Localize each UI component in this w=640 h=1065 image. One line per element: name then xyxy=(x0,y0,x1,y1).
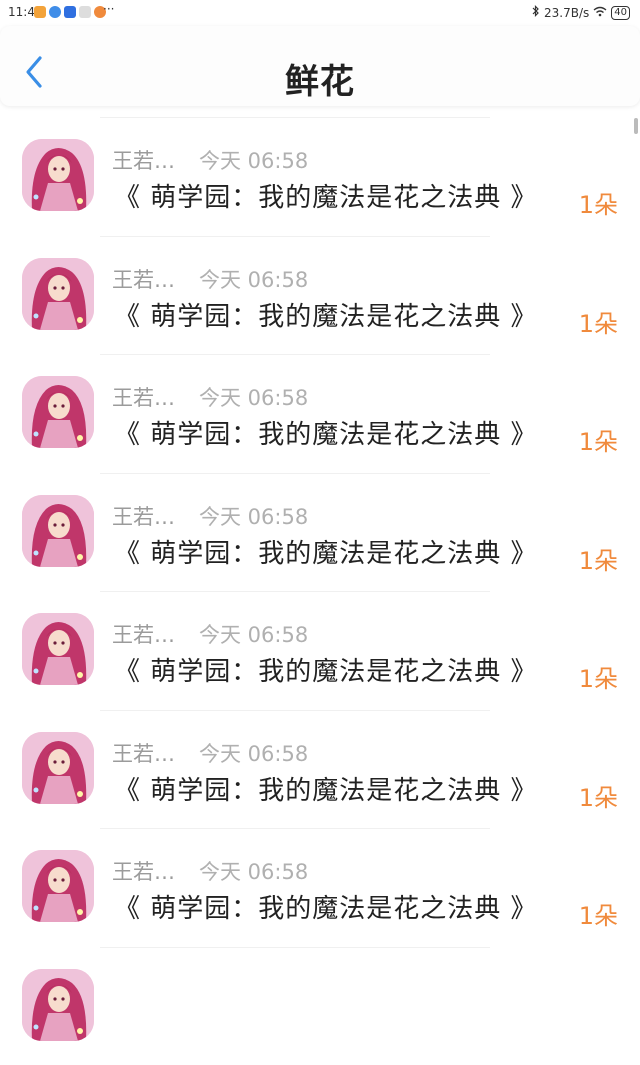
battery-indicator: 40 xyxy=(611,6,630,20)
gift-title: 《 萌学园：我的魔法是花之法典 》 xyxy=(114,533,538,570)
timestamp: 今天 06:58 xyxy=(199,501,308,531)
header: 鲜花 xyxy=(0,26,640,106)
sender-name: 王若… xyxy=(112,145,175,175)
avatar[interactable] xyxy=(22,613,94,685)
list-item[interactable]: 王若… 今天 06:58 《 萌学园：我的魔法是花之法典 》 1朵 xyxy=(0,354,640,473)
list-item[interactable]: 王若… 今天 06:58 《 萌学园：我的魔法是花之法典 》 1朵 xyxy=(0,117,640,236)
divider xyxy=(100,710,490,711)
flower-count: 1朵 xyxy=(579,185,618,220)
sender-name: 王若… xyxy=(112,501,175,531)
wifi-icon xyxy=(593,6,607,20)
gift-title: 《 萌学园：我的魔法是花之法典 》 xyxy=(114,770,538,807)
timestamp: 今天 06:58 xyxy=(199,264,308,294)
avatar-image xyxy=(22,495,94,567)
gift-title: 《 萌学园：我的魔法是花之法典 》 xyxy=(114,888,538,925)
avatar[interactable] xyxy=(22,258,94,330)
avatar[interactable] xyxy=(22,376,94,448)
divider xyxy=(100,947,490,948)
timestamp: 今天 06:58 xyxy=(199,619,308,649)
avatar-image xyxy=(22,376,94,448)
sender-name: 王若… xyxy=(112,382,175,412)
status-bar: 11:46 ··· 23.7B/s 40 xyxy=(0,0,640,26)
avatar[interactable] xyxy=(22,969,94,1041)
sender-name: 王若… xyxy=(112,619,175,649)
flower-count: 1朵 xyxy=(579,304,618,339)
flower-count: 1朵 xyxy=(579,896,618,931)
gift-title: 《 萌学园：我的魔法是花之法典 》 xyxy=(114,177,538,214)
weibo-icon xyxy=(34,6,46,18)
list-item[interactable]: 王若… 今天 06:58 《 萌学园：我的魔法是花之法典 》 1朵 xyxy=(0,591,640,710)
avatar-image xyxy=(22,969,94,1041)
avatar-image xyxy=(22,139,94,211)
list-item[interactable] xyxy=(0,947,640,1065)
gift-title: 《 萌学园：我的魔法是花之法典 》 xyxy=(114,296,538,333)
flower-count: 1朵 xyxy=(579,422,618,457)
avatar[interactable] xyxy=(22,732,94,804)
divider xyxy=(100,117,490,118)
divider xyxy=(100,473,490,474)
list-item[interactable]: 王若… 今天 06:58 《 萌学园：我的魔法是花之法典 》 1朵 xyxy=(0,710,640,829)
flower-count: 1朵 xyxy=(579,541,618,576)
app-icon xyxy=(64,6,76,18)
list-item[interactable]: 王若… 今天 06:58 《 萌学园：我的魔法是花之法典 》 1朵 xyxy=(0,473,640,592)
flower-gift-list: 王若… 今天 06:58 《 萌学园：我的魔法是花之法典 》 1朵 王若… 今天… xyxy=(0,117,640,1065)
avatar[interactable] xyxy=(22,139,94,211)
timestamp: 今天 06:58 xyxy=(199,145,308,175)
avatar-image xyxy=(22,732,94,804)
more-notifications: ··· xyxy=(103,2,114,16)
timestamp: 今天 06:58 xyxy=(199,738,308,768)
timestamp: 今天 06:58 xyxy=(199,856,308,886)
avatar-image xyxy=(22,258,94,330)
bluetooth-icon xyxy=(532,5,540,20)
timestamp: 今天 06:58 xyxy=(199,382,308,412)
avatar-image xyxy=(22,613,94,685)
list-item[interactable]: 王若… 今天 06:58 《 萌学园：我的魔法是花之法典 》 1朵 xyxy=(0,236,640,355)
divider xyxy=(100,591,490,592)
sender-name: 王若… xyxy=(112,738,175,768)
status-right: 23.7B/s 40 xyxy=(532,5,630,20)
browser-icon xyxy=(49,6,61,18)
page-title: 鲜花 xyxy=(0,54,640,103)
sender-name: 王若… xyxy=(112,856,175,886)
avatar-image xyxy=(22,850,94,922)
divider xyxy=(100,354,490,355)
avatar[interactable] xyxy=(22,850,94,922)
divider xyxy=(100,236,490,237)
notification-icons xyxy=(34,6,106,18)
flower-count: 1朵 xyxy=(579,778,618,813)
divider xyxy=(100,828,490,829)
avatar[interactable] xyxy=(22,495,94,567)
list-item[interactable]: 王若… 今天 06:58 《 萌学园：我的魔法是花之法典 》 1朵 xyxy=(0,828,640,947)
mail-icon xyxy=(79,6,91,18)
sender-name: 王若… xyxy=(112,264,175,294)
flower-count: 1朵 xyxy=(579,659,618,694)
network-speed: 23.7B/s xyxy=(544,6,589,20)
gift-title: 《 萌学园：我的魔法是花之法典 》 xyxy=(114,651,538,688)
gift-title: 《 萌学园：我的魔法是花之法典 》 xyxy=(114,414,538,451)
